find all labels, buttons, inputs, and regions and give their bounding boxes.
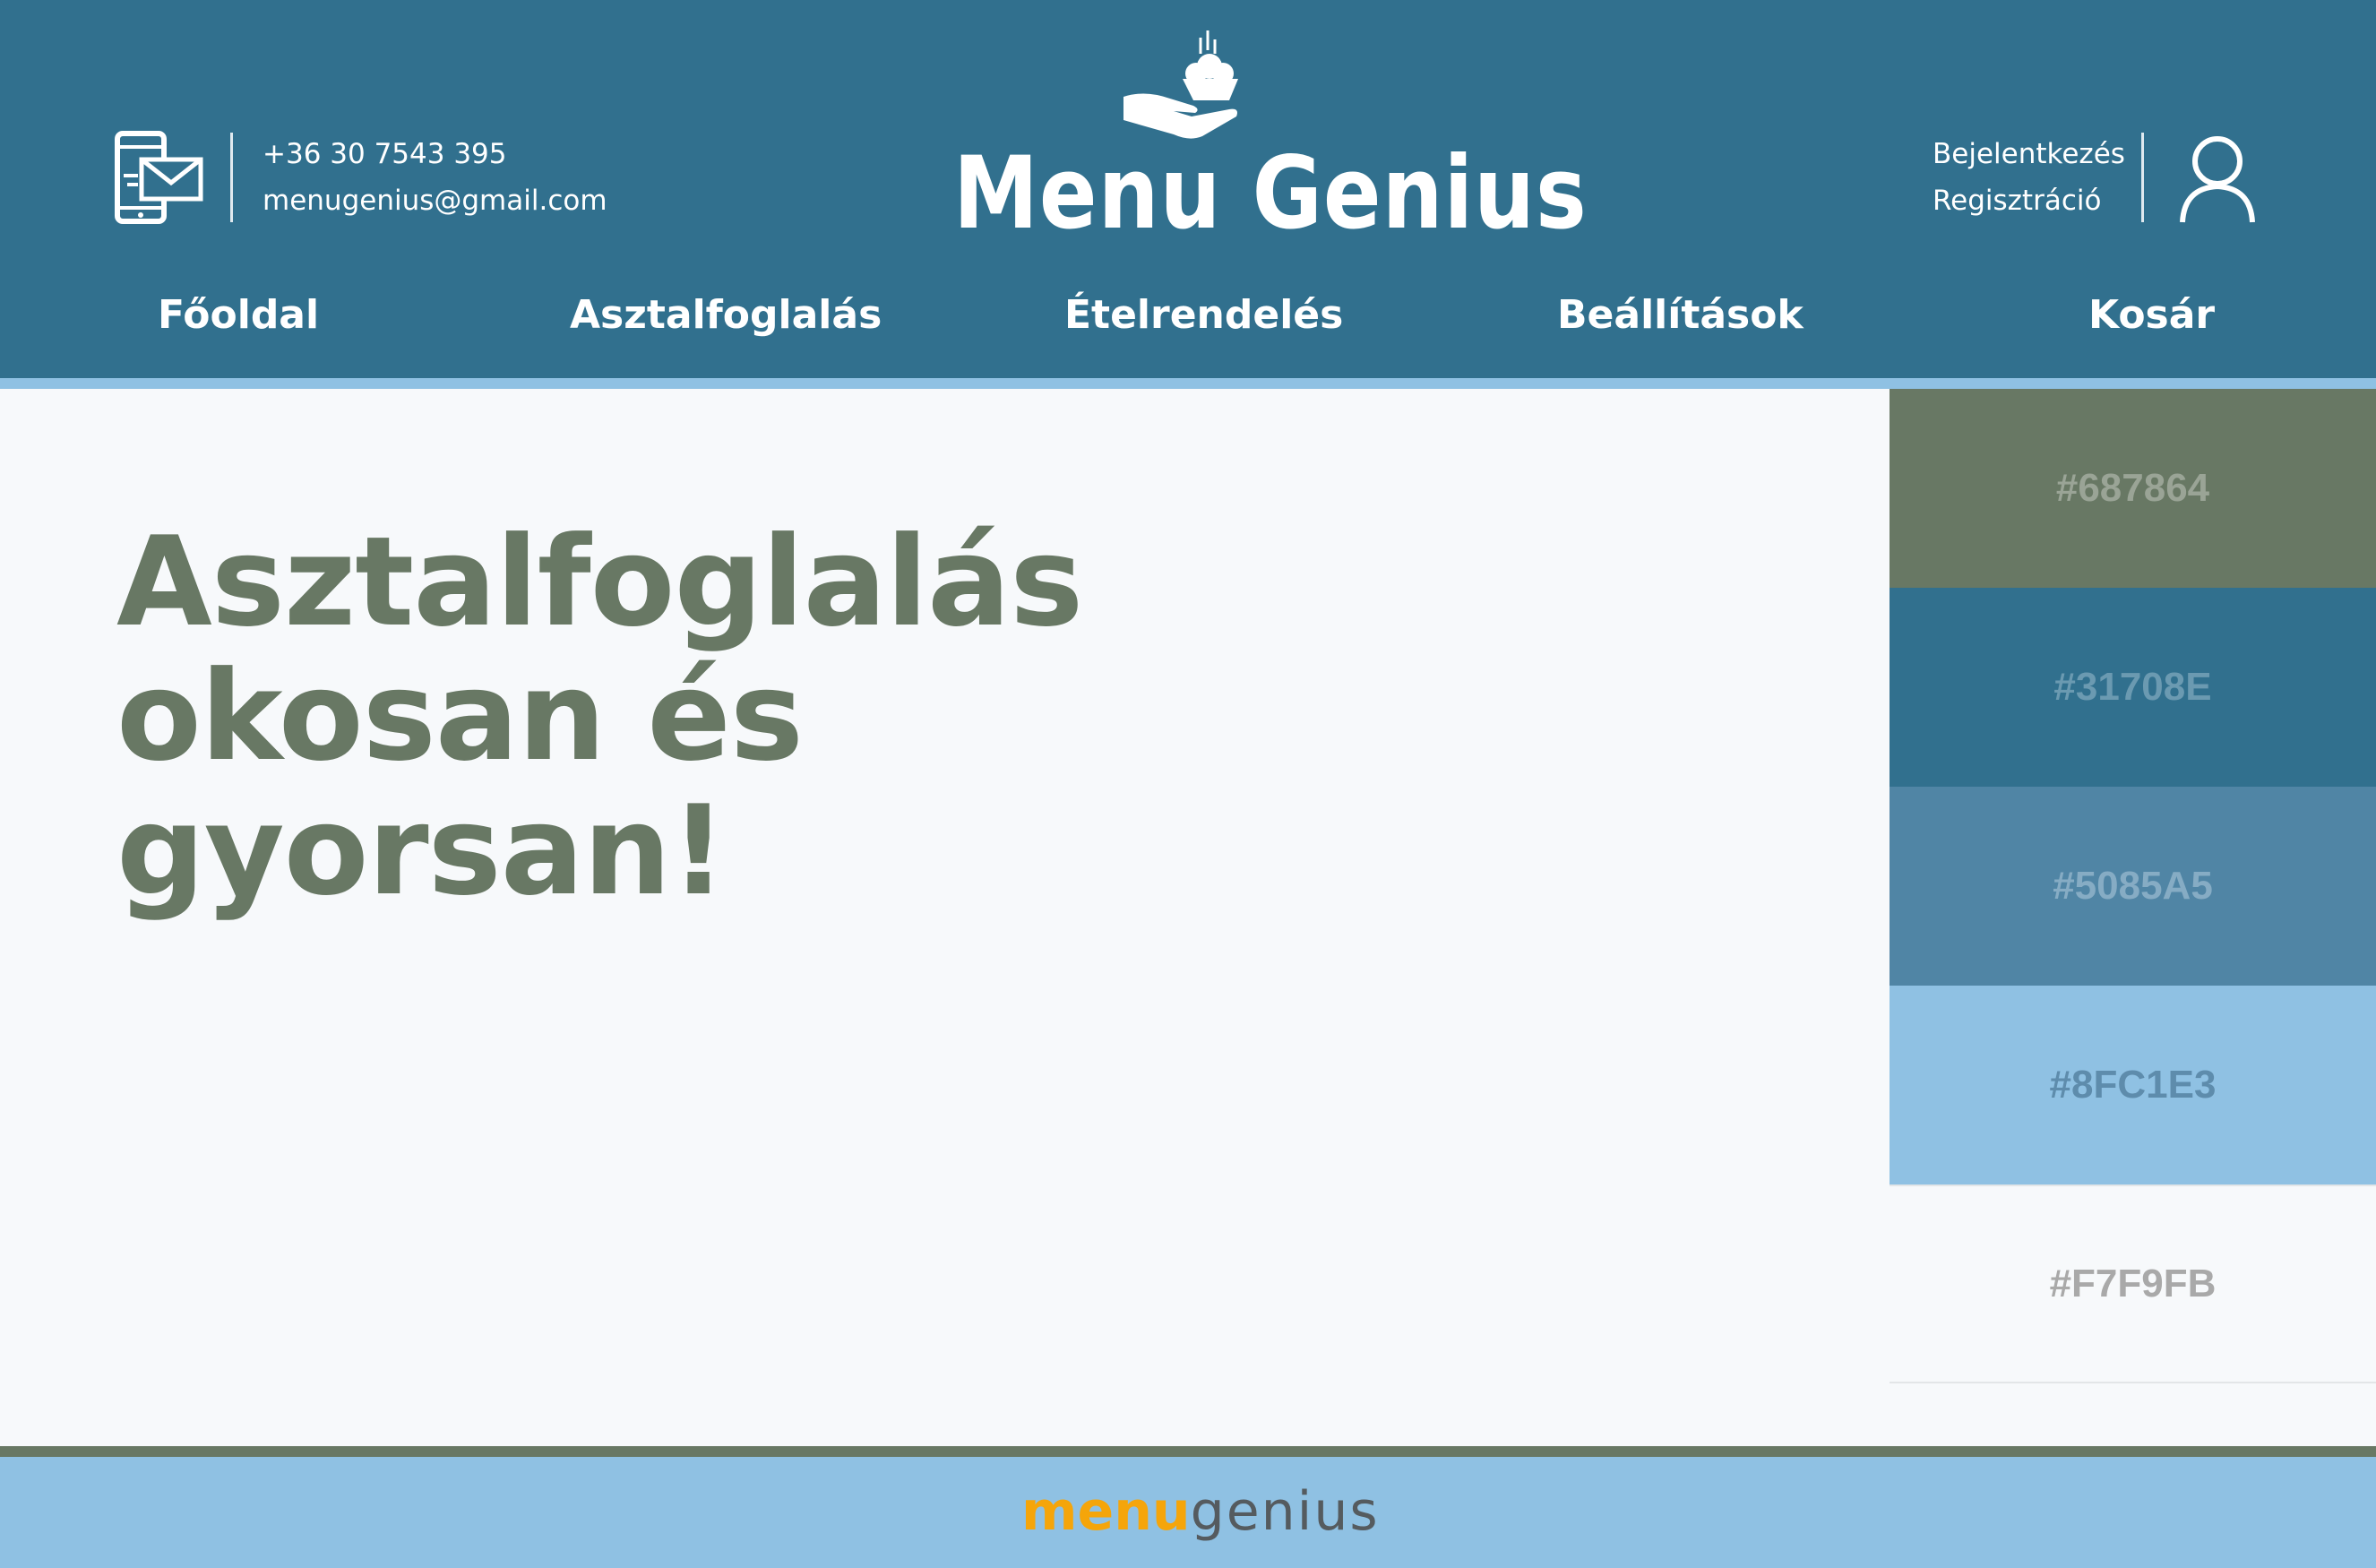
footer-logo[interactable]: menugenius <box>1021 1480 1380 1543</box>
contact-divider <box>230 133 233 222</box>
contact-email[interactable]: menugenius@gmail.com <box>263 185 607 217</box>
phone-mail-icon <box>115 131 203 224</box>
login-link[interactable]: Bejelentkezés <box>1933 138 2125 170</box>
auth-divider <box>2141 133 2144 222</box>
contact-phone[interactable]: +36 30 7543 395 <box>263 138 507 170</box>
footer-divider <box>0 1446 2376 1457</box>
palette-swatch: #F7F9FB <box>1890 1185 2376 1383</box>
hero-title-line-3: gyorsan! <box>116 779 727 923</box>
hero-title: Asztalfoglalás okosan és gyorsan! <box>116 515 1102 918</box>
hero-title-line-1: Asztalfoglalás <box>116 510 1083 654</box>
hero-title-line-2: okosan és <box>116 644 804 788</box>
footer-logo-menu: menu <box>1021 1480 1191 1543</box>
nav-item-home[interactable]: Főoldal <box>158 292 319 338</box>
nav-item-table-booking[interactable]: Asztalfoglalás <box>570 292 882 338</box>
palette-swatch: #687864 <box>1890 389 2376 588</box>
nav-item-cart[interactable]: Kosár <box>2088 292 2215 338</box>
user-icon[interactable] <box>2179 134 2256 224</box>
nav-item-food-order[interactable]: Ételrendelés <box>1064 292 1343 338</box>
palette-swatch: #5085A5 <box>1890 787 2376 986</box>
palette-swatch: #31708E <box>1890 588 2376 787</box>
nav-item-settings[interactable]: Beállítások <box>1557 292 1804 338</box>
logo-text[interactable]: Menu Genius <box>953 135 1587 251</box>
header-accent-stripe <box>0 378 2376 389</box>
palette-swatch: #8FC1E3 <box>1890 986 2376 1185</box>
serving-hand-icon <box>1123 30 1238 139</box>
footer-logo-genius: genius <box>1190 1480 1380 1543</box>
register-link[interactable]: Regisztráció <box>1933 185 2101 217</box>
